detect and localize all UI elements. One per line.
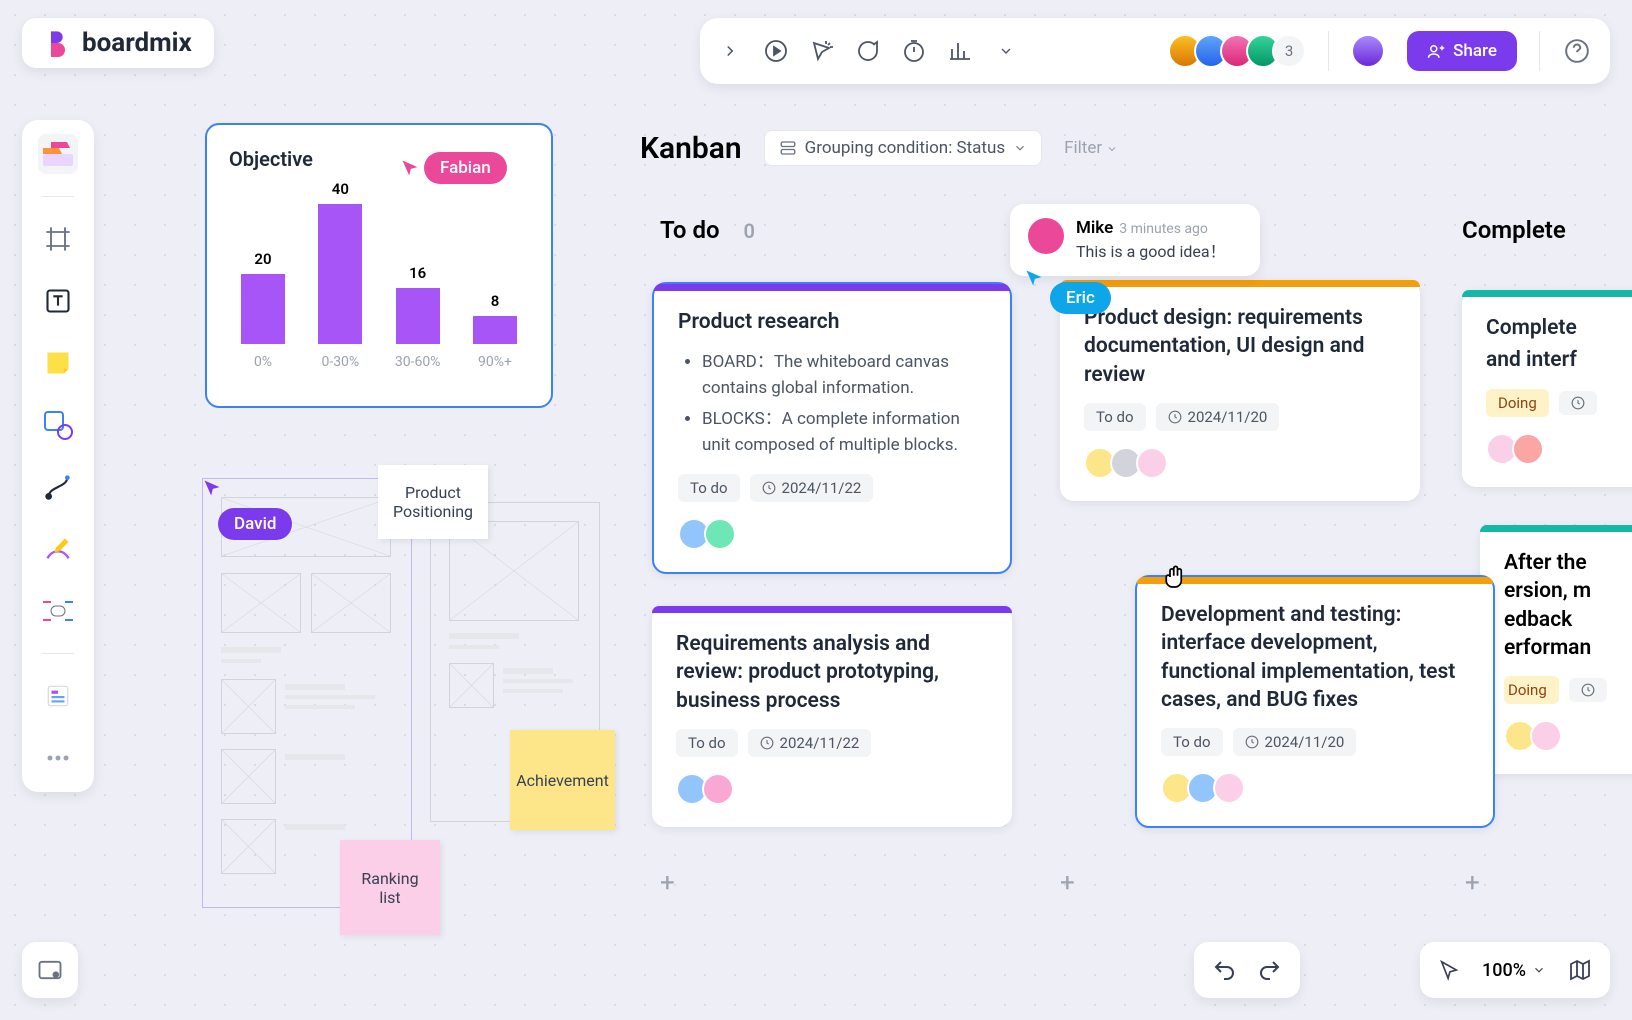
clock-icon xyxy=(1245,735,1259,749)
grouping-dropdown[interactable]: Grouping condition: Status xyxy=(764,130,1043,166)
sticky-tool[interactable] xyxy=(38,343,78,383)
add-card-button[interactable]: + xyxy=(1465,868,1480,898)
column-header-todo[interactable]: To do 0 xyxy=(660,216,755,244)
card-assignees xyxy=(678,518,986,550)
current-user-avatar[interactable] xyxy=(1351,34,1385,68)
kanban-card-complete-2[interactable]: After the ersion, m edback erforman Doin… xyxy=(1480,525,1632,774)
kanban-card-design[interactable]: Product design: requirements documentati… xyxy=(1060,280,1420,501)
undo-button[interactable] xyxy=(1212,958,1236,982)
clock-icon xyxy=(760,736,774,750)
avatar-count: 3 xyxy=(1272,34,1306,68)
kanban-card-product-research[interactable]: Product research BOARD：The whiteboard ca… xyxy=(652,282,1012,574)
comment-bubble[interactable]: Mike3 minutes ago This is a good idea！ xyxy=(1010,204,1260,276)
filter-dropdown[interactable]: Filter xyxy=(1064,138,1118,158)
chart-icon[interactable] xyxy=(948,39,972,63)
logo-icon xyxy=(44,29,72,57)
kanban-card-development[interactable]: Development and testing: interface devel… xyxy=(1135,575,1495,828)
comment-avatar xyxy=(1028,218,1064,254)
kanban-title: Kanban xyxy=(640,131,742,166)
zoom-dropdown[interactable]: 100% xyxy=(1482,960,1546,981)
logo-text: boardmix xyxy=(82,28,192,58)
sticky-positioning[interactable]: Product Positioning xyxy=(378,465,488,539)
date-tag: 2024/11/22 xyxy=(750,474,874,502)
timer-icon[interactable] xyxy=(902,39,926,63)
frame-tool[interactable] xyxy=(38,219,78,259)
cursor-eric xyxy=(1024,268,1044,288)
add-card-button[interactable]: + xyxy=(1060,868,1075,898)
chevron-right-icon[interactable] xyxy=(718,39,742,63)
share-label: Share xyxy=(1453,41,1497,61)
connector-tool[interactable] xyxy=(38,467,78,507)
undo-redo-group xyxy=(1194,942,1300,998)
logo-box[interactable]: boardmix xyxy=(22,18,214,68)
collaborator-avatars[interactable]: 3 xyxy=(1168,34,1306,68)
redo-button[interactable] xyxy=(1258,958,1282,982)
chevron-down-icon xyxy=(1532,963,1546,977)
sticky-ranking[interactable]: Ranking list xyxy=(340,840,440,935)
play-icon[interactable] xyxy=(764,39,788,63)
status-tag: To do xyxy=(678,474,740,502)
kanban-card-complete-1[interactable]: Complete and interf Doing xyxy=(1462,290,1632,487)
pointer-mode[interactable] xyxy=(1438,959,1460,981)
cursor-eric-label: Eric xyxy=(1050,282,1111,314)
column-header-completed[interactable]: Complete xyxy=(1462,216,1566,244)
clock-icon xyxy=(1168,410,1182,424)
cursor-click-icon[interactable] xyxy=(810,39,834,63)
help-icon[interactable] xyxy=(1562,36,1592,66)
top-toolbar: 3 Share xyxy=(700,18,1610,84)
tool-rail xyxy=(22,120,94,792)
chevron-down-icon xyxy=(1013,141,1027,155)
kanban-card-requirements[interactable]: Requirements analysis and review: produc… xyxy=(652,606,1012,827)
grab-cursor-icon xyxy=(1160,562,1190,592)
clock-icon xyxy=(1581,683,1595,697)
chevron-down-icon[interactable] xyxy=(994,39,1018,63)
clock-icon xyxy=(762,481,776,495)
cursor-david-label: David xyxy=(218,508,292,540)
document-tool[interactable] xyxy=(38,676,78,716)
clock-icon xyxy=(1571,396,1585,410)
minimap-toggle[interactable] xyxy=(1568,958,1592,982)
group-icon xyxy=(779,139,797,157)
kanban-header: Kanban Grouping condition: Status Filter xyxy=(640,130,1118,166)
share-button[interactable]: Share xyxy=(1407,31,1517,71)
view-controls: 100% xyxy=(1420,942,1610,998)
chevron-down-icon xyxy=(1106,143,1118,155)
cursor-fabian: Fabian xyxy=(400,152,507,184)
minimap-button[interactable] xyxy=(22,942,78,998)
chat-icon[interactable] xyxy=(856,39,880,63)
add-card-button[interactable]: + xyxy=(660,868,675,898)
pen-tool[interactable] xyxy=(38,529,78,569)
cursor-david xyxy=(202,478,222,498)
text-tool[interactable] xyxy=(38,281,78,321)
chart-bars: 200% 400-30% 1630-60% 890%+ xyxy=(229,185,529,370)
more-tools[interactable] xyxy=(38,738,78,778)
sticky-achievement[interactable]: Achievement xyxy=(510,730,615,830)
templates-tool[interactable] xyxy=(38,134,78,174)
shape-tool[interactable] xyxy=(38,405,78,445)
mindmap-tool[interactable] xyxy=(38,591,78,631)
